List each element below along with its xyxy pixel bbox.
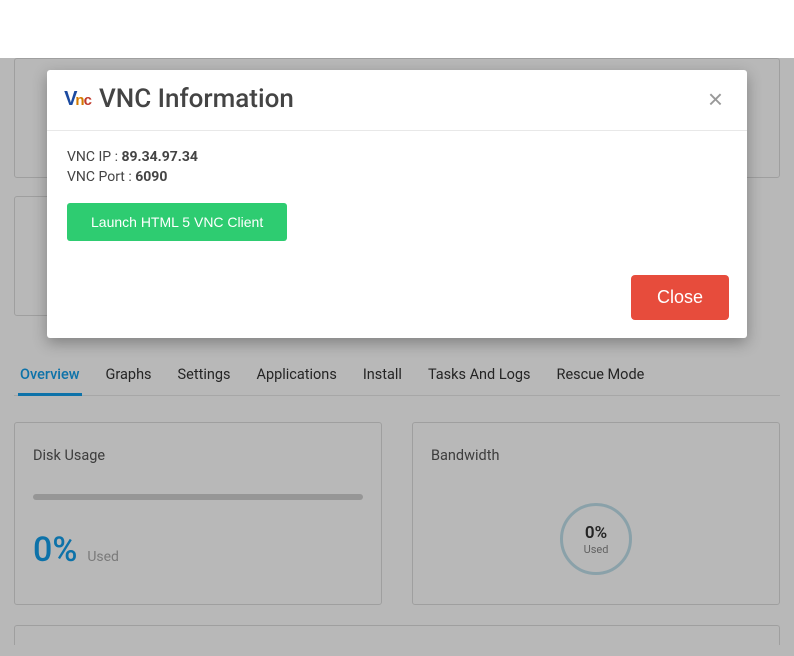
close-icon[interactable]: × [704,86,727,112]
modal-title: VNC Information [99,84,294,114]
vnc-port-value: 6090 [135,169,167,185]
launch-vnc-button[interactable]: Launch HTML 5 VNC Client [67,203,287,241]
vnc-info-modal: Vnc VNC Information × VNC IP : 89.34.97.… [47,70,747,338]
vnc-ip-line: VNC IP : 89.34.97.34 [67,149,727,165]
vnc-ip-value: 89.34.97.34 [121,149,197,165]
close-button[interactable]: Close [631,275,729,320]
vnc-icon: Vnc [67,88,89,110]
vnc-port-line: VNC Port : 6090 [67,169,727,185]
vnc-port-label: VNC Port : [67,169,135,185]
vnc-ip-label: VNC IP : [67,149,121,165]
